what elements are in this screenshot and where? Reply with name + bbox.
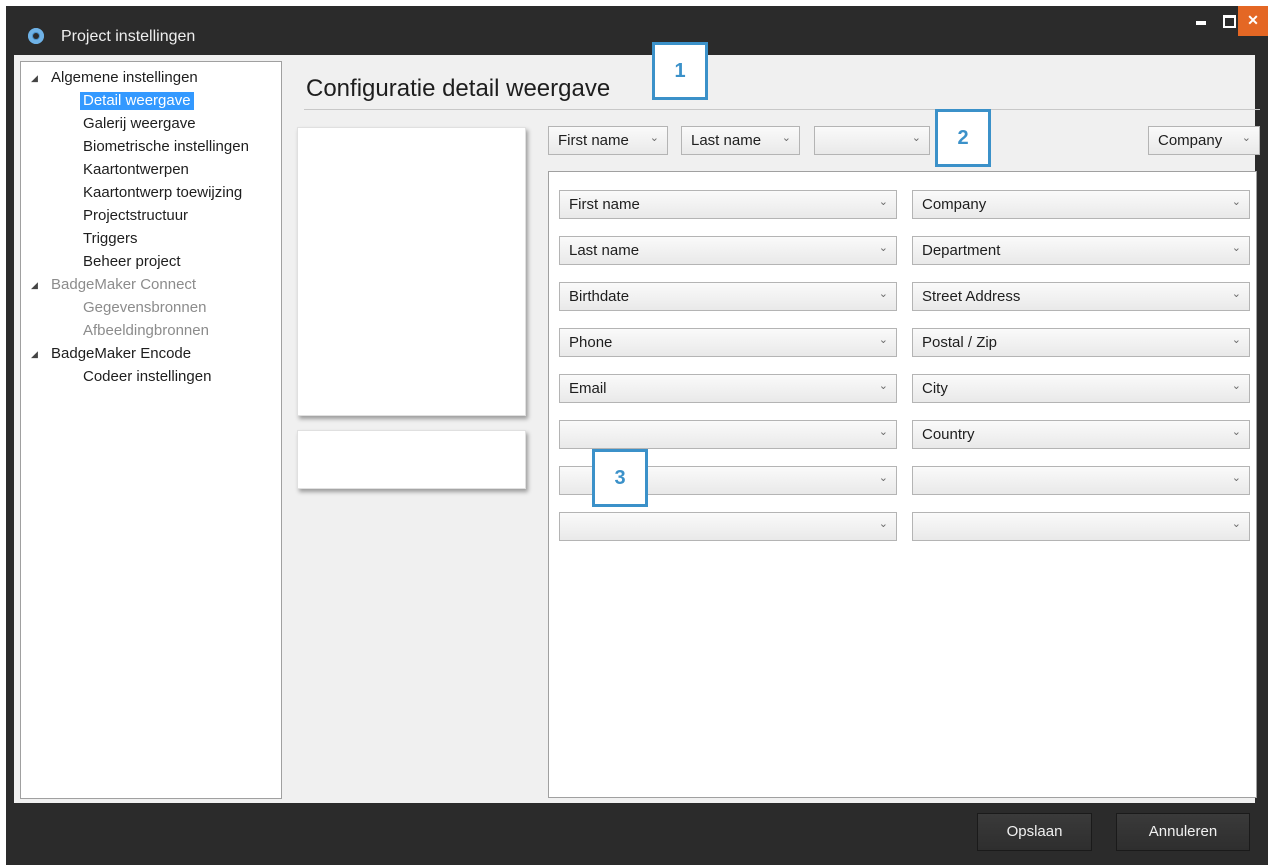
detail-field-value: Postal / Zip [922, 334, 998, 351]
chevron-down-icon: ⌄ [781, 132, 791, 144]
chevron-down-icon: ⌄ [1231, 380, 1241, 392]
header-field-3-select[interactable]: ⌄ [814, 126, 930, 155]
chevron-down-icon: ⌄ [911, 132, 921, 144]
detail-field-right-select[interactable]: Department ⌄ [912, 236, 1250, 265]
detail-field-value: Company [922, 196, 987, 213]
page-title: Configuratie detail weergave [306, 75, 611, 102]
expand-arrow-icon[interactable]: ◢ [31, 73, 38, 84]
detail-field-value: Last name [569, 242, 640, 259]
detail-field-left-select[interactable]: ⌄ [559, 512, 897, 541]
callout-3: 3 [592, 449, 648, 507]
chevron-down-icon: ⌄ [649, 132, 659, 144]
settings-tree: ◢ Algemene instellingen Detail weergave Gal… [20, 61, 282, 799]
callout-2: 2 [935, 109, 991, 167]
chevron-down-icon: ⌄ [1231, 472, 1241, 484]
chevron-down-icon: ⌄ [878, 334, 888, 346]
tree-item[interactable]: Galerij weergave [83, 115, 196, 133]
detail-field-left-select[interactable]: Birthdate ⌄ [559, 282, 897, 311]
header-field-1-value: First name [558, 132, 629, 149]
detail-field-right-select[interactable]: Postal / Zip ⌄ [912, 328, 1250, 357]
minimize-icon [1196, 21, 1206, 25]
card-preview-front [297, 127, 526, 416]
title-bar: Project instellingen ✕ [6, 6, 1268, 56]
cancel-button[interactable]: Annuleren [1116, 813, 1250, 851]
save-button[interactable]: Opslaan [977, 813, 1092, 851]
tree-item[interactable]: Detail weergave [80, 92, 194, 110]
detail-field-value: Phone [569, 334, 613, 351]
detail-field-value: First name [569, 196, 640, 213]
chevron-down-icon: ⌄ [878, 472, 888, 484]
header-field-1-select[interactable]: First name ⌄ [548, 126, 668, 155]
tree-item[interactable]: Algemene instellingen [51, 69, 198, 87]
detail-field-value: Street Address [922, 288, 1021, 305]
detail-fields-panel: First name ⌄ Last name ⌄ Birthdate ⌄ Phone ⌄ Ema… [548, 171, 1257, 798]
header-field-right-value: Company [1158, 132, 1223, 149]
detail-field-right-select[interactable]: Street Address ⌄ [912, 282, 1250, 311]
detail-field-value: Birthdate [569, 288, 630, 305]
detail-field-right-select[interactable]: Company ⌄ [912, 190, 1250, 219]
detail-field-value: Country [922, 426, 975, 443]
tree-item[interactable]: Gegevensbronnen [83, 299, 206, 317]
tree-item[interactable]: BadgeMaker Connect [51, 276, 196, 294]
close-button[interactable]: ✕ [1238, 6, 1268, 36]
chevron-down-icon: ⌄ [878, 518, 888, 530]
tree-item[interactable]: Codeer instellingen [83, 368, 211, 386]
header-field-2-select[interactable]: Last name ⌄ [681, 126, 800, 155]
maximize-icon [1222, 15, 1236, 28]
title-divider [304, 109, 1260, 110]
chevron-down-icon: ⌄ [878, 426, 888, 438]
chevron-down-icon: ⌄ [1231, 196, 1241, 208]
chevron-down-icon: ⌄ [1231, 334, 1241, 346]
card-preview-strip [297, 430, 526, 489]
callout-1: 1 [652, 42, 708, 100]
detail-field-left-select[interactable]: ⌄ [559, 420, 897, 449]
expand-arrow-icon[interactable]: ◢ [31, 280, 38, 291]
detail-field-value: Email [569, 380, 607, 397]
chevron-down-icon: ⌄ [878, 288, 888, 300]
detail-field-left-select[interactable]: First name ⌄ [559, 190, 897, 219]
detail-field-left-select[interactable]: Last name ⌄ [559, 236, 897, 265]
settings-content: ◢ Algemene instellingen Detail weergave Gal… [14, 42, 1260, 803]
chevron-down-icon: ⌄ [1231, 426, 1241, 438]
tree-item[interactable]: Beheer project [83, 253, 181, 271]
tree-item[interactable]: Biometrische instellingen [83, 138, 249, 156]
chevron-down-icon: ⌄ [1241, 132, 1251, 144]
chevron-down-icon: ⌄ [1231, 288, 1241, 300]
app-logo-icon [28, 28, 44, 44]
tree-item[interactable]: Projectstructuur [83, 207, 188, 225]
expand-arrow-icon[interactable]: ◢ [31, 349, 38, 360]
header-field-right-select[interactable]: Company ⌄ [1148, 126, 1260, 155]
detail-field-left-select[interactable]: Email ⌄ [559, 374, 897, 403]
close-icon: ✕ [1247, 12, 1259, 28]
window-title: Project instellingen [61, 28, 196, 45]
detail-field-right-select[interactable]: ⌄ [912, 466, 1250, 495]
detail-field-right-select[interactable]: Country ⌄ [912, 420, 1250, 449]
detail-field-right-select[interactable]: ⌄ [912, 512, 1250, 541]
chevron-down-icon: ⌄ [1231, 518, 1241, 530]
chevron-down-icon: ⌄ [878, 242, 888, 254]
detail-field-value: City [922, 380, 948, 397]
tree-item[interactable]: Kaartontwerpen [83, 161, 189, 179]
header-field-2-value: Last name [691, 132, 762, 149]
tree-item[interactable]: BadgeMaker Encode [51, 345, 191, 363]
chevron-down-icon: ⌄ [878, 380, 888, 392]
chevron-down-icon: ⌄ [878, 196, 888, 208]
detail-field-right-select[interactable]: City ⌄ [912, 374, 1250, 403]
detail-field-left-select[interactable]: Phone ⌄ [559, 328, 897, 357]
chevron-down-icon: ⌄ [1231, 242, 1241, 254]
dialog-footer: Opslaan Annuleren [14, 803, 1255, 859]
tree-item[interactable]: Afbeeldingbronnen [83, 322, 209, 340]
tree-item[interactable]: Kaartontwerp toewijzing [83, 184, 242, 202]
detail-field-value: Department [922, 242, 1001, 259]
tree-item[interactable]: Triggers [83, 230, 137, 248]
